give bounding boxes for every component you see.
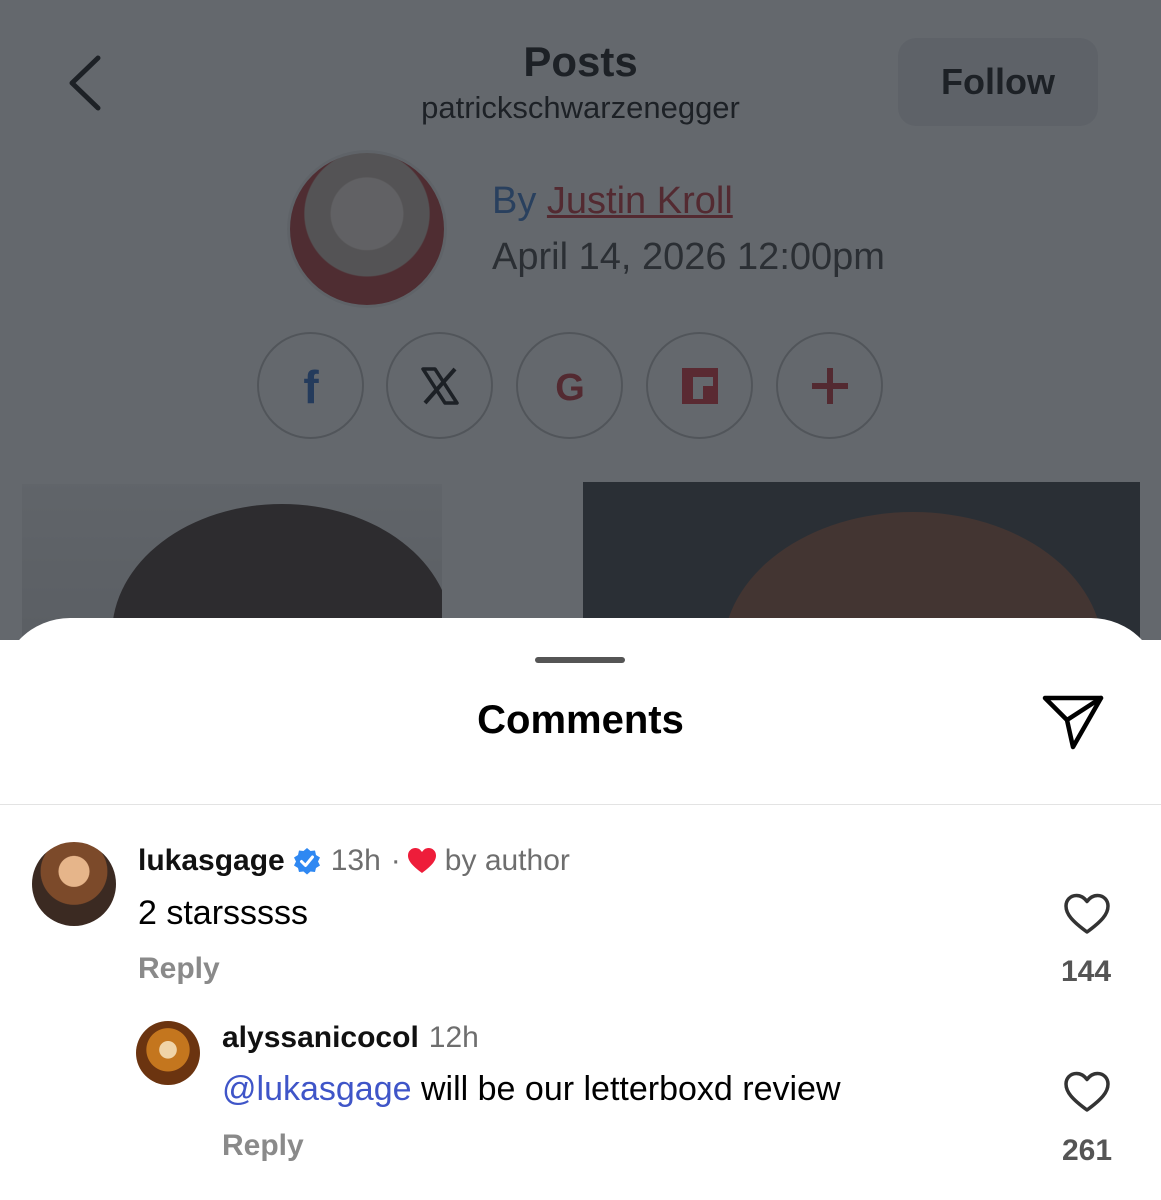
- article-photo-right: [583, 482, 1140, 640]
- byline: By Justin Kroll: [492, 180, 733, 223]
- comments-sheet: Comments lukasgage 13h · by author 2 sta…: [0, 618, 1161, 1200]
- comment-time: 12h: [428, 1021, 479, 1054]
- share-facebook-button[interactable]: f: [257, 332, 364, 439]
- like-count: 261: [1061, 1134, 1113, 1167]
- heart-outline-icon[interactable]: [1063, 892, 1111, 936]
- follow-button[interactable]: Follow: [898, 38, 1098, 126]
- google-icon: G: [555, 367, 585, 408]
- share-google-button[interactable]: G: [516, 332, 623, 439]
- share-x-button[interactable]: [386, 332, 493, 439]
- plus-icon: [811, 367, 848, 404]
- article-photo-left: [22, 484, 442, 640]
- heart-filled-icon: [407, 848, 436, 873]
- flipboard-icon: [681, 367, 718, 404]
- person-hair-image: [112, 504, 442, 640]
- comment-time: 13h: [330, 844, 381, 877]
- comment-username[interactable]: alyssanicocol: [222, 1021, 419, 1055]
- publish-date: April 14, 2026 12:00pm: [492, 236, 885, 278]
- byline-prefix: By: [492, 180, 537, 222]
- top-bar: Posts patrickschwarzenegger Follow: [0, 0, 1161, 166]
- comment-header: lukasgage 13h · by author: [138, 844, 570, 878]
- x-icon: [420, 366, 459, 405]
- sheet-grabber[interactable]: [535, 657, 625, 663]
- facebook-glyph: f: [303, 361, 319, 411]
- post-background: Posts patrickschwarzenegger Follow By Ju…: [0, 0, 1161, 640]
- avatar[interactable]: [136, 1021, 200, 1085]
- person-hair-image-2: [723, 512, 1103, 640]
- send-button[interactable]: [1040, 690, 1106, 752]
- comment-header: alyssanicocol 12h: [222, 1021, 479, 1055]
- share-flipboard-button[interactable]: [646, 332, 753, 439]
- mention-link[interactable]: @lukasgage: [222, 1070, 412, 1108]
- reply-button[interactable]: Reply: [138, 952, 220, 986]
- sheet-title: Comments: [477, 698, 684, 742]
- avatar[interactable]: [32, 842, 116, 926]
- google-glyph: G: [555, 367, 585, 408]
- comment-text-rest: will be our letterboxd review: [411, 1070, 841, 1108]
- share-more-button[interactable]: [776, 332, 883, 439]
- meta-separator: ·: [390, 844, 401, 877]
- paper-plane-icon: [1042, 695, 1104, 750]
- facebook-icon: f: [303, 361, 319, 411]
- liked-by-author-label: by author: [444, 844, 570, 877]
- reply-button[interactable]: Reply: [222, 1129, 304, 1163]
- comment-text: @lukasgage will be our letterboxd review: [222, 1070, 841, 1109]
- verified-badge-icon: [293, 848, 320, 875]
- author-link[interactable]: Justin Kroll: [547, 180, 733, 222]
- comment-username[interactable]: lukasgage: [138, 844, 285, 878]
- like-count: 144: [1060, 955, 1112, 988]
- heart-outline-icon[interactable]: [1063, 1070, 1111, 1114]
- divider: [0, 804, 1161, 805]
- comment-text: 2 starsssss: [138, 894, 309, 932]
- author-photo: [287, 150, 447, 308]
